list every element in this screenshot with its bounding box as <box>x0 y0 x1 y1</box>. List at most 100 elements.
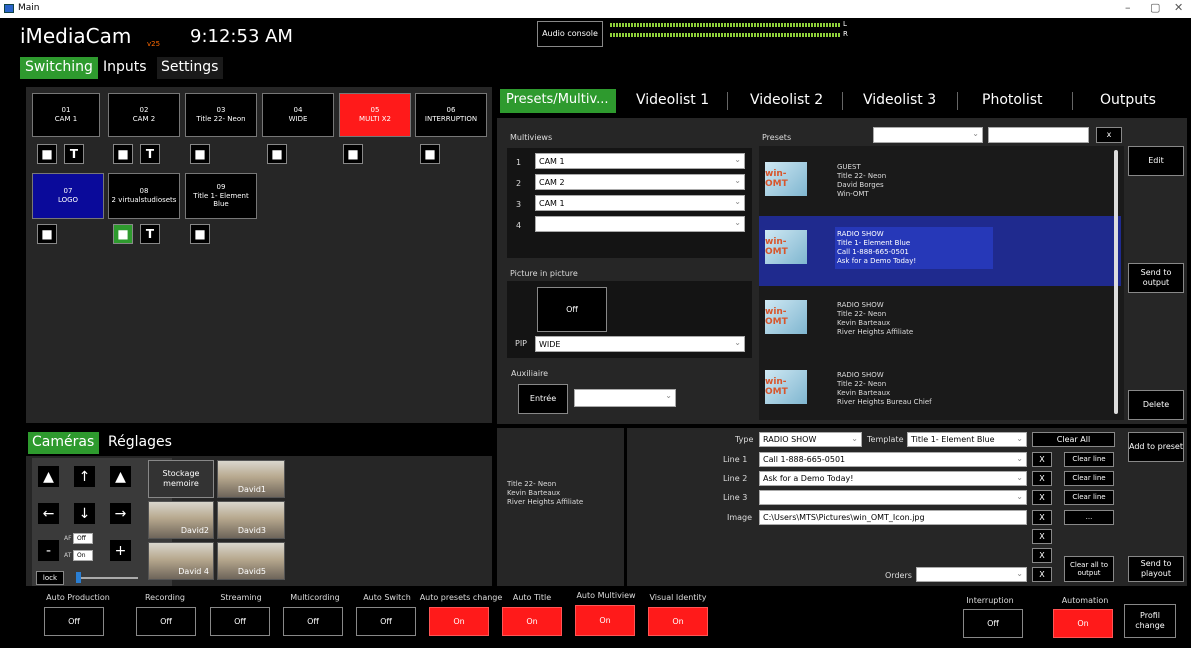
audio-console-button[interactable]: Audio console <box>537 21 603 47</box>
preset-item-selected[interactable]: win-OMT RADIO SHOW Title 1- Element Blue… <box>759 216 1121 286</box>
tab-photolist[interactable]: Photolist <box>982 92 1043 108</box>
auto-presets-change-toggle[interactable]: On <box>429 607 489 636</box>
clear-line-1-x[interactable]: X <box>1032 452 1052 467</box>
maximize-icon[interactable]: ▢ <box>1150 1 1160 14</box>
clear-line-3-button[interactable]: Clear line <box>1064 490 1114 505</box>
template-select[interactable]: Title 1- Element Blue ⌄ <box>907 432 1027 447</box>
add-to-preset-button[interactable]: Add to preset <box>1128 432 1184 462</box>
focus-minus-button[interactable]: - <box>38 540 59 561</box>
recording-toggle[interactable]: Off <box>136 607 196 636</box>
aux-select[interactable]: ⌄ <box>574 389 676 407</box>
send-to-output-button[interactable]: Send to output <box>1128 263 1184 293</box>
tab-presets-multiview[interactable]: Presets/Multiv... <box>500 89 616 113</box>
clear-x[interactable]: X <box>1032 529 1052 544</box>
auto-production-toggle[interactable]: Off <box>44 607 104 636</box>
auto-switch-toggle[interactable]: Off <box>356 607 416 636</box>
source-06[interactable]: 06 INTERRUPTION <box>415 93 487 137</box>
at-field[interactable]: On <box>73 550 93 561</box>
multiview-1-select[interactable]: CAM 1 ⌄ <box>535 153 745 169</box>
edit-button[interactable]: Edit <box>1128 146 1184 176</box>
preset-item[interactable]: win-OMT RADIO SHOW Title 22- Neon Kevin … <box>759 358 1124 420</box>
line-2-input[interactable]: Ask for a Demo Today! ⌄ <box>759 471 1027 486</box>
tab-switching[interactable]: Switching <box>20 57 98 79</box>
tab-videolist-1[interactable]: Videolist 1 <box>636 92 709 108</box>
clear-line-2-button[interactable]: Clear line <box>1064 471 1114 486</box>
title-button[interactable]: T <box>140 224 160 244</box>
clear-line-2-x[interactable]: X <box>1032 471 1052 486</box>
source-07[interactable]: 07 LOGO <box>32 173 104 219</box>
tab-cameras[interactable]: Caméras <box>28 432 99 454</box>
presets-search-input[interactable] <box>988 127 1089 143</box>
clear-all-to-output-button[interactable]: Clear all to output <box>1064 556 1114 582</box>
speed-slider-handle[interactable] <box>76 572 81 583</box>
tab-inputs[interactable]: Inputs <box>103 57 147 77</box>
multicording-toggle[interactable]: Off <box>283 607 343 636</box>
camera-thumb[interactable]: David 4 <box>148 542 214 580</box>
multiview-3-select[interactable]: CAM 1 ⌄ <box>535 195 745 211</box>
arrow-left-icon[interactable]: ← <box>38 503 59 524</box>
browse-image-button[interactable]: ... <box>1064 510 1114 525</box>
clear-orders-x[interactable]: X <box>1032 567 1052 582</box>
tab-reglages[interactable]: Réglages <box>108 434 172 450</box>
profil-change-button[interactable]: Profil change <box>1124 604 1176 638</box>
presets-filter-select[interactable]: ⌄ <box>873 127 983 143</box>
camera-control-icon[interactable]: ■ <box>190 224 210 244</box>
camera-control-icon[interactable]: ■ <box>343 144 363 164</box>
interruption-toggle[interactable]: Off <box>963 609 1023 638</box>
camera-control-icon[interactable]: ■ <box>113 144 133 164</box>
tab-outputs[interactable]: Outputs <box>1100 92 1156 108</box>
camera-control-icon[interactable]: ■ <box>267 144 287 164</box>
camera-control-icon[interactable]: ■ <box>420 144 440 164</box>
tab-videolist-3[interactable]: Videolist 3 <box>863 92 936 108</box>
multiview-4-select[interactable]: ⌄ <box>535 216 745 232</box>
source-09[interactable]: 09 Title 1- Element Blue <box>185 173 257 219</box>
arrow-up-icon[interactable]: ↑ <box>74 466 95 487</box>
visual-identity-toggle[interactable]: On <box>648 607 708 636</box>
preset-item[interactable]: win-OMT GUEST Title 22- Neon David Borge… <box>759 146 1124 214</box>
orders-select[interactable]: ⌄ <box>916 567 1027 582</box>
camera-thumb[interactable]: David1 <box>217 460 285 498</box>
zoom-out-wide-icon[interactable]: ▲ <box>38 466 59 487</box>
camera-control-icon[interactable]: ■ <box>190 144 210 164</box>
clear-x[interactable]: X <box>1032 548 1052 563</box>
camera-control-icon[interactable]: ■ <box>37 144 57 164</box>
zoom-in-icon[interactable]: ▲ <box>110 466 131 487</box>
tab-videolist-2[interactable]: Videolist 2 <box>750 92 823 108</box>
camera-thumb[interactable]: David3 <box>217 501 285 539</box>
send-to-playout-button[interactable]: Send to playout <box>1128 556 1184 582</box>
pip-toggle-button[interactable]: Off <box>537 287 607 332</box>
pip-select[interactable]: WIDE ⌄ <box>535 336 745 352</box>
type-select[interactable]: RADIO SHOW ⌄ <box>759 432 862 447</box>
source-05[interactable]: 05 MULTI X2 <box>339 93 411 137</box>
camera-control-icon[interactable]: ■ <box>113 224 133 244</box>
source-01[interactable]: 01 CAM 1 <box>32 93 100 137</box>
source-04[interactable]: 04 WIDE <box>262 93 334 137</box>
delete-button[interactable]: Delete <box>1128 390 1184 420</box>
line-1-input[interactable]: Call 1-888-665-0501 ⌄ <box>759 452 1027 467</box>
aux-input-button[interactable]: Entrée <box>518 384 568 414</box>
camera-thumb[interactable]: David5 <box>217 542 285 580</box>
line-3-input[interactable]: ⌄ <box>759 490 1027 505</box>
title-button[interactable]: T <box>64 144 84 164</box>
source-02[interactable]: 02 CAM 2 <box>108 93 180 137</box>
camera-control-icon[interactable]: ■ <box>37 224 57 244</box>
preset-item[interactable]: win-OMT RADIO SHOW Title 22- Neon Kevin … <box>759 288 1124 356</box>
focus-plus-button[interactable]: + <box>110 540 131 561</box>
multiview-2-select[interactable]: CAM 2 ⌄ <box>535 174 745 190</box>
automation-toggle[interactable]: On <box>1053 609 1113 638</box>
clear-image-x[interactable]: X <box>1032 510 1052 525</box>
title-button[interactable]: T <box>140 144 160 164</box>
streaming-toggle[interactable]: Off <box>210 607 270 636</box>
clear-all-button[interactable]: Clear All <box>1032 432 1115 447</box>
memory-storage-button[interactable]: Stockage memoire <box>148 460 214 498</box>
image-path-input[interactable]: C:\Users\MTS\Pictures\win_OMT_Icon.jpg <box>759 510 1027 525</box>
close-icon[interactable]: ✕ <box>1174 1 1183 14</box>
auto-title-toggle[interactable]: On <box>502 607 562 636</box>
auto-multiview-toggle[interactable]: On <box>575 605 635 636</box>
af-field[interactable]: Off <box>73 533 93 544</box>
clear-line-1-button[interactable]: Clear line <box>1064 452 1114 467</box>
source-03[interactable]: 03 Title 22- Neon <box>185 93 257 137</box>
clear-line-3-x[interactable]: X <box>1032 490 1052 505</box>
presets-scrollbar[interactable] <box>1114 150 1118 414</box>
speed-slider-track[interactable] <box>76 577 138 579</box>
